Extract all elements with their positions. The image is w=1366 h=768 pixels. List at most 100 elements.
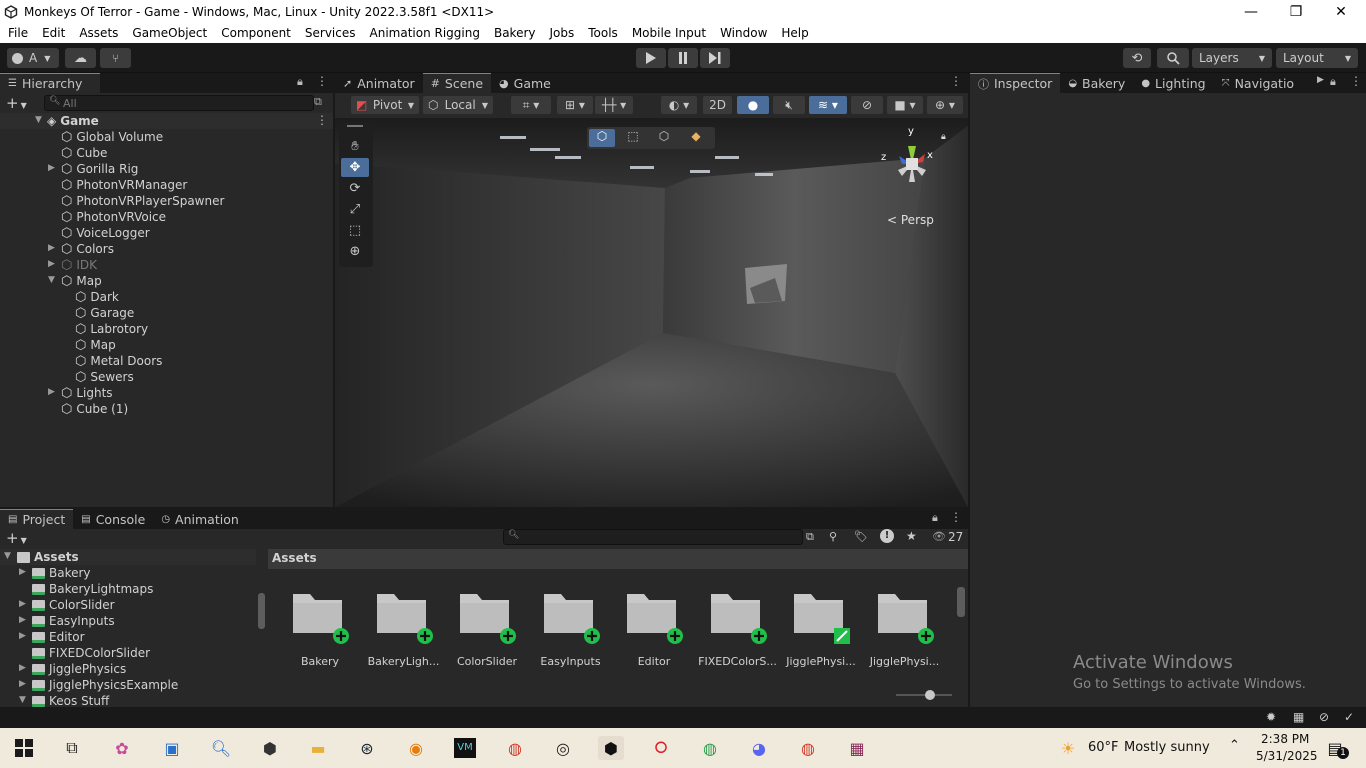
asset-folder[interactable]: JigglePhysi... (786, 591, 856, 668)
minimize-button[interactable]: — (1228, 0, 1274, 23)
expand-arrow-icon[interactable]: ▶ (48, 243, 55, 253)
wire-view-button[interactable]: ⬡ (651, 129, 677, 147)
expand-arrow-icon[interactable]: ▶ (48, 163, 55, 173)
expand-arrow-icon[interactable]: ▶ (19, 599, 26, 609)
warning-icon[interactable]: ! (880, 529, 894, 543)
expand-arrow-icon[interactable]: ▶ (19, 567, 26, 577)
tab-overflow-icon[interactable]: ▶ (1317, 75, 1324, 85)
asset-folder[interactable]: ColorSlider (457, 591, 517, 668)
tab-hierarchy[interactable]: ☰ Hierarchy (0, 73, 100, 93)
cloud-button[interactable]: ☁ (65, 48, 96, 68)
asset-folder[interactable]: BakeryLigh... (368, 591, 439, 668)
kebab-menu-icon[interactable]: ⋮ (316, 113, 328, 127)
orientation-gizmo[interactable]: y x z (875, 126, 945, 206)
expand-arrow-icon[interactable]: ▶ (48, 259, 55, 269)
kebab-menu-icon[interactable]: ⋮ (1350, 74, 1362, 88)
kebab-menu-icon[interactable]: ⋮ (950, 74, 962, 88)
kebab-menu-icon[interactable]: ⋮ (316, 74, 328, 88)
project-tree-item[interactable]: JigglePhysics (32, 661, 126, 677)
transform-tool-button[interactable]: ⊕ (341, 242, 369, 261)
lighting-toggle-button[interactable]: ● (737, 96, 769, 114)
local-dropdown[interactable]: ⬡ Local ▼ (423, 96, 493, 114)
grid-scrollbar[interactable] (955, 571, 968, 683)
rect-view-button[interactable]: ⬚ (620, 129, 646, 147)
search-app-button[interactable]: 🔍︎ (208, 736, 234, 760)
chrome-second-button[interactable]: ◍ (795, 736, 821, 760)
opera-button[interactable]: ⭘ (648, 736, 674, 760)
terminal-app-button[interactable]: VM (452, 736, 478, 760)
project-tree-item[interactable]: Editor (32, 629, 85, 645)
project-search-input[interactable]: 🔍︎ (503, 529, 803, 545)
zoom-slider-thumb[interactable] (925, 690, 935, 700)
expand-arrow-icon[interactable]: ▼ (4, 551, 11, 561)
clock-date[interactable]: 5/31/2025 (1256, 749, 1318, 763)
camera-dropdown[interactable]: ■ ▾ (887, 96, 923, 114)
hidden-packages-icon[interactable]: 👁︎ (932, 530, 946, 543)
asset-folder[interactable]: EasyInputs (540, 591, 601, 668)
steam-button[interactable]: ⊛ (354, 736, 380, 760)
gizmos-dropdown[interactable]: ⊕ ▾ (927, 96, 963, 114)
hierarchy-item[interactable]: ⬡ IDK (61, 257, 97, 273)
project-tree-item[interactable]: EasyInputs (32, 613, 115, 629)
step-button[interactable] (700, 48, 730, 68)
scene-root[interactable]: ◈ Game (47, 113, 99, 129)
projection-toggle[interactable]: < Persp (887, 213, 934, 227)
chevron-up-icon[interactable]: ⌃ (1229, 738, 1240, 753)
widgets-button[interactable]: ▣ (159, 736, 185, 760)
rect-tool-button[interactable]: ⬚ (341, 221, 369, 240)
debug-mode-icon[interactable]: ⊘ (1319, 710, 1329, 724)
gizmo-lock-icon[interactable]: 🔒︎ (941, 132, 946, 142)
account-dropdown[interactable]: A ▼ (7, 48, 59, 68)
status-check-icon[interactable]: ✓ (1344, 710, 1354, 724)
asset-folder[interactable]: Editor (624, 591, 684, 668)
rotate-tool-button[interactable]: ⟳ (341, 179, 369, 198)
close-button[interactable]: ✕ (1318, 0, 1364, 23)
hierarchy-item[interactable]: ⬡ PhotonVRVoice (61, 209, 166, 225)
shaded-view-button[interactable]: ◆ (683, 129, 709, 147)
hierarchy-item[interactable]: ⬡ Gorilla Rig (61, 161, 138, 177)
snap-increment-dropdown[interactable]: ⊞ ▾ (557, 96, 593, 114)
weather-button[interactable]: ☀ (1056, 736, 1080, 760)
hierarchy-item[interactable]: ⬡ Sewers (75, 369, 134, 385)
project-tree-item[interactable]: BakeryLightmaps (32, 581, 153, 597)
create-asset-button[interactable]: + ▼ (6, 529, 27, 547)
project-tree-item[interactable]: Bakery (32, 565, 91, 581)
menu-window[interactable]: Window (712, 26, 773, 40)
play-button[interactable] (636, 48, 666, 68)
collab-button[interactable]: ⑂ (100, 48, 131, 68)
menu-assets[interactable]: Assets (71, 26, 124, 40)
hierarchy-item[interactable]: ⬡ Metal Doors (75, 353, 162, 369)
menu-mobile-input[interactable]: Mobile Input (624, 26, 712, 40)
hierarchy-item[interactable]: ⬡ PhotonVRManager (61, 177, 187, 193)
search-by-type-icon[interactable]: ⧉ (806, 530, 814, 544)
project-tree-item[interactable]: ColorSlider (32, 597, 115, 613)
clock-time[interactable]: 2:38 PM (1261, 732, 1309, 746)
menu-animation-rigging[interactable]: Animation Rigging (362, 26, 486, 40)
copilot-button[interactable]: ✿ (109, 736, 135, 760)
tab-lighting[interactable]: ● Lighting (1133, 73, 1213, 93)
favorite-star-icon[interactable]: ★ (906, 529, 917, 543)
expand-arrow-icon[interactable]: ▼ (19, 695, 26, 705)
filter-type-icon[interactable]: ⚲ (829, 530, 837, 543)
layout-dropdown[interactable]: Layout ▼ (1276, 48, 1358, 68)
tree-scrollbar[interactable] (256, 549, 267, 707)
file-explorer-button[interactable]: ▬ (305, 736, 331, 760)
menu-gameobject[interactable]: GameObject (124, 26, 213, 40)
expand-arrow-icon[interactable]: ▶ (19, 615, 26, 625)
hierarchy-item[interactable]: ⬡ Cube (61, 145, 107, 161)
lock-icon[interactable]: 🔒︎ (1330, 75, 1336, 89)
tab-inspector[interactable]: ⓘ Inspector (970, 73, 1061, 93)
hierarchy-item[interactable]: ⬡ Lights (61, 385, 113, 401)
move-tool-button[interactable]: ✥ (341, 158, 369, 177)
search-button[interactable] (1157, 48, 1189, 68)
cube-view-button[interactable]: ⬡ (589, 129, 615, 147)
scene-viewport[interactable]: ⬡ ⬚ ⬡ ◆ y x z 🔒︎ < Persp (335, 118, 968, 507)
visibility-toggle-button[interactable]: ⊘ (851, 96, 883, 114)
tab-scene[interactable]: # Scene (422, 73, 492, 93)
chrome-profile-button[interactable]: ◍ (502, 736, 528, 760)
menu-jobs[interactable]: Jobs (542, 26, 581, 40)
add-object-button[interactable]: + ▼ (6, 94, 27, 112)
audio-toggle-button[interactable]: 🔇︎ (773, 96, 805, 114)
shading-mode-dropdown[interactable]: ◐ ▾ (661, 96, 697, 114)
notifications-button[interactable]: ▤ 1 (1322, 736, 1349, 760)
